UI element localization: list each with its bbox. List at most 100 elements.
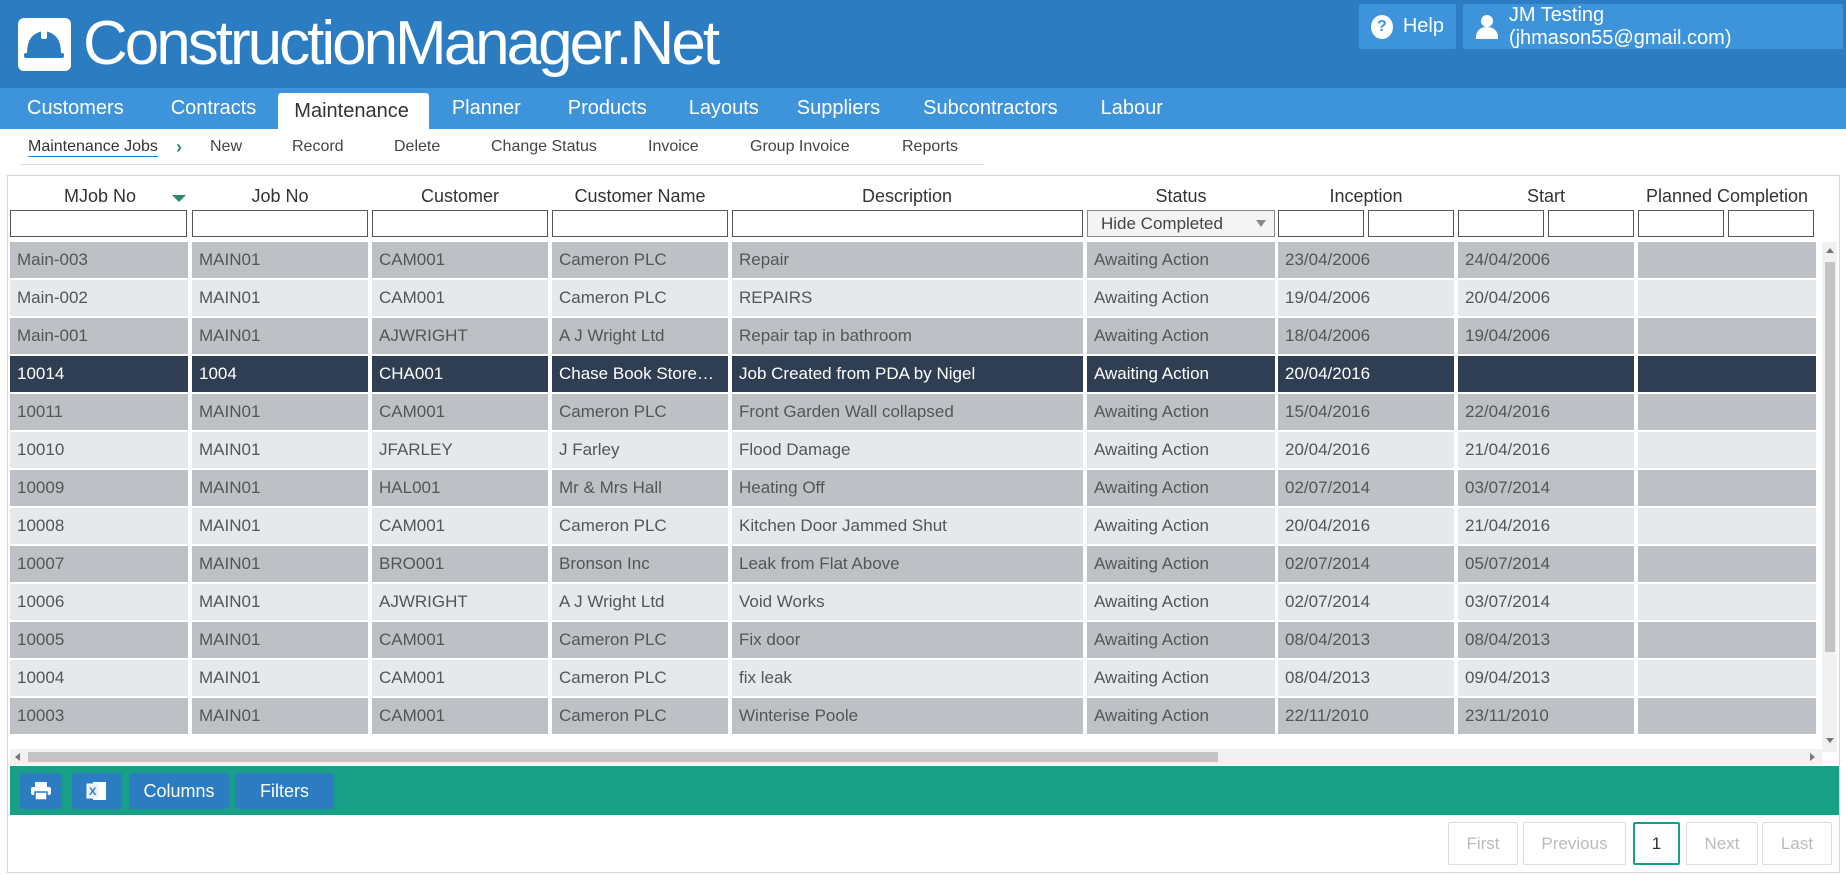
help-button[interactable]: ? Help (1359, 4, 1456, 49)
scroll-down-icon[interactable] (1826, 738, 1834, 743)
cell-status: Awaiting Action (1087, 470, 1275, 506)
columns-button[interactable]: Columns (129, 773, 229, 809)
table-row[interactable]: 10004 MAIN01 CAM001 Cameron PLC fix leak Awai… (10, 660, 1816, 698)
table-row[interactable]: 10009 MAIN01 HAL001 Mr & Mrs Hall Heating Of… (10, 470, 1816, 508)
filter-planned-to[interactable] (1728, 210, 1814, 237)
cell-job-no: MAIN01 (192, 470, 368, 506)
user-account-button[interactable]: JM Testing (jhmason55@gmail.com) (1463, 4, 1843, 49)
cell-inception: 22/11/2010 (1278, 698, 1454, 734)
column-header-status[interactable]: Status (1087, 186, 1275, 207)
cell-job-no: MAIN01 (192, 622, 368, 658)
filter-inception-from[interactable] (1278, 210, 1364, 237)
breadcrumb-maintenance-jobs[interactable]: Maintenance Jobs (28, 138, 158, 157)
cell-customer-name: Cameron PLC (552, 280, 728, 316)
table-row[interactable]: 10006 MAIN01 AJWRIGHT A J Wright Ltd Void Wo… (10, 584, 1816, 622)
table-row[interactable]: 10003 MAIN01 CAM001 Cameron PLC Winterise Po… (10, 698, 1816, 736)
pager-first-button[interactable]: First (1448, 822, 1518, 865)
cell-customer-name: Cameron PLC (552, 698, 728, 734)
horizontal-scroll-thumb[interactable] (28, 752, 1218, 762)
filter-mjob-no[interactable] (10, 210, 187, 237)
column-header-customer[interactable]: Customer (372, 186, 548, 207)
new-button[interactable]: New (210, 138, 242, 156)
cell-inception: 08/04/2013 (1278, 660, 1454, 696)
cell-job-no: MAIN01 (192, 546, 368, 582)
tab-customers[interactable]: Customers (0, 88, 144, 129)
pager-last-button[interactable]: Last (1762, 822, 1832, 865)
filter-status-select[interactable]: Hide Completed (1087, 210, 1275, 237)
filter-start-to[interactable] (1548, 210, 1634, 237)
cell-mjob-no: 10014 (10, 356, 188, 392)
column-header-customer-name[interactable]: Customer Name (552, 186, 728, 207)
column-header-description[interactable]: Description (732, 186, 1082, 207)
tab-maintenance[interactable]: Maintenance (278, 93, 429, 129)
pager-current-page[interactable]: 1 (1633, 822, 1680, 865)
vertical-scrollbar[interactable] (1822, 242, 1837, 752)
cell-start: 05/07/2014 (1458, 546, 1634, 582)
tab-contracts[interactable]: Contracts (144, 88, 277, 129)
cell-inception: 08/04/2013 (1278, 622, 1454, 658)
table-row[interactable]: 10005 MAIN01 CAM001 Cameron PLC Fix door Awai… (10, 622, 1816, 660)
table-row[interactable]: Main-001 MAIN01 AJWRIGHT A J Wright Ltd Repa… (10, 318, 1816, 356)
print-button[interactable] (20, 773, 62, 809)
tab-planner[interactable]: Planner (429, 88, 541, 129)
column-header-start[interactable]: Start (1458, 186, 1634, 207)
cell-customer-name: A J Wright Ltd (552, 318, 728, 354)
pager-next-button[interactable]: Next (1686, 822, 1758, 865)
cell-customer-name: Bronson Inc (552, 546, 728, 582)
tab-layouts[interactable]: Layouts (667, 88, 779, 129)
column-header-job-no[interactable]: Job No (192, 186, 368, 207)
filter-inception-to[interactable] (1368, 210, 1454, 237)
tab-labour[interactable]: Labour (1078, 88, 1183, 129)
column-header-planned-completion[interactable]: Planned Completion (1638, 186, 1816, 207)
table-row[interactable]: 10011 MAIN01 CAM001 Cameron PLC Front Garden… (10, 394, 1816, 432)
pager-previous-button[interactable]: Previous (1523, 822, 1626, 865)
cell-start: 03/07/2014 (1458, 470, 1634, 506)
scroll-up-icon[interactable] (1826, 248, 1834, 253)
filter-customer[interactable] (372, 210, 548, 237)
table-row[interactable]: Main-003 MAIN01 CAM001 Cameron PLC Repair Awa… (10, 242, 1816, 280)
filter-description[interactable] (732, 210, 1083, 237)
horizontal-scrollbar[interactable] (10, 749, 1822, 765)
delete-button[interactable]: Delete (394, 138, 440, 156)
cell-mjob-no: 10006 (10, 584, 188, 620)
cell-planned-completion (1638, 508, 1816, 544)
cell-inception: 19/04/2006 (1278, 280, 1454, 316)
cell-inception: 02/07/2014 (1278, 546, 1454, 582)
invoice-button[interactable]: Invoice (648, 138, 699, 156)
column-header-inception[interactable]: Inception (1278, 186, 1454, 207)
group-invoice-button[interactable]: Group Invoice (750, 138, 850, 156)
cell-description: Job Created from PDA by Nigel (732, 356, 1083, 392)
scroll-left-icon[interactable] (15, 753, 20, 761)
cell-customer-name: Cameron PLC (552, 242, 728, 278)
filter-start-from[interactable] (1458, 210, 1544, 237)
tab-suppliers[interactable]: Suppliers (779, 88, 900, 129)
cell-mjob-no: 10003 (10, 698, 188, 734)
cell-customer: CHA001 (372, 356, 548, 392)
table-row[interactable]: 10014 1004 CHA001 Chase Book Store… Job Crea… (10, 356, 1816, 394)
filter-customer-name[interactable] (552, 210, 728, 237)
change-status-button[interactable]: Change Status (491, 138, 597, 156)
table-row[interactable]: 10010 MAIN01 JFARLEY J Farley Flood Damage Aw… (10, 432, 1816, 470)
table-row[interactable]: Main-002 MAIN01 CAM001 Cameron PLC REPAIRS Aw… (10, 280, 1816, 318)
record-button[interactable]: Record (292, 138, 344, 156)
cell-description: Void Works (732, 584, 1083, 620)
filters-button[interactable]: Filters (235, 773, 334, 809)
scroll-right-icon[interactable] (1810, 753, 1815, 761)
tab-subcontractors[interactable]: Subcontractors (900, 88, 1078, 129)
export-excel-button[interactable]: X (72, 773, 122, 809)
vertical-scroll-thumb[interactable] (1825, 262, 1835, 652)
brand-logo[interactable]: ConstructionManager.Net (18, 13, 720, 75)
reports-button[interactable]: Reports (902, 138, 958, 156)
cell-customer: CAM001 (372, 698, 548, 734)
tab-products[interactable]: Products (541, 88, 667, 129)
filter-job-no[interactable] (192, 210, 368, 237)
column-header-mjob-no[interactable]: MJob No (10, 186, 190, 207)
sort-descending-icon[interactable] (172, 195, 186, 202)
filter-planned-from[interactable] (1638, 210, 1724, 237)
cell-customer: CAM001 (372, 660, 548, 696)
table-row[interactable]: 10008 MAIN01 CAM001 Cameron PLC Kitchen Door… (10, 508, 1816, 546)
cell-job-no: MAIN01 (192, 660, 368, 696)
table-row[interactable]: 10007 MAIN01 BRO001 Bronson Inc Leak from Fl… (10, 546, 1816, 584)
cell-customer: CAM001 (372, 508, 548, 544)
excel-icon: X (86, 782, 106, 800)
